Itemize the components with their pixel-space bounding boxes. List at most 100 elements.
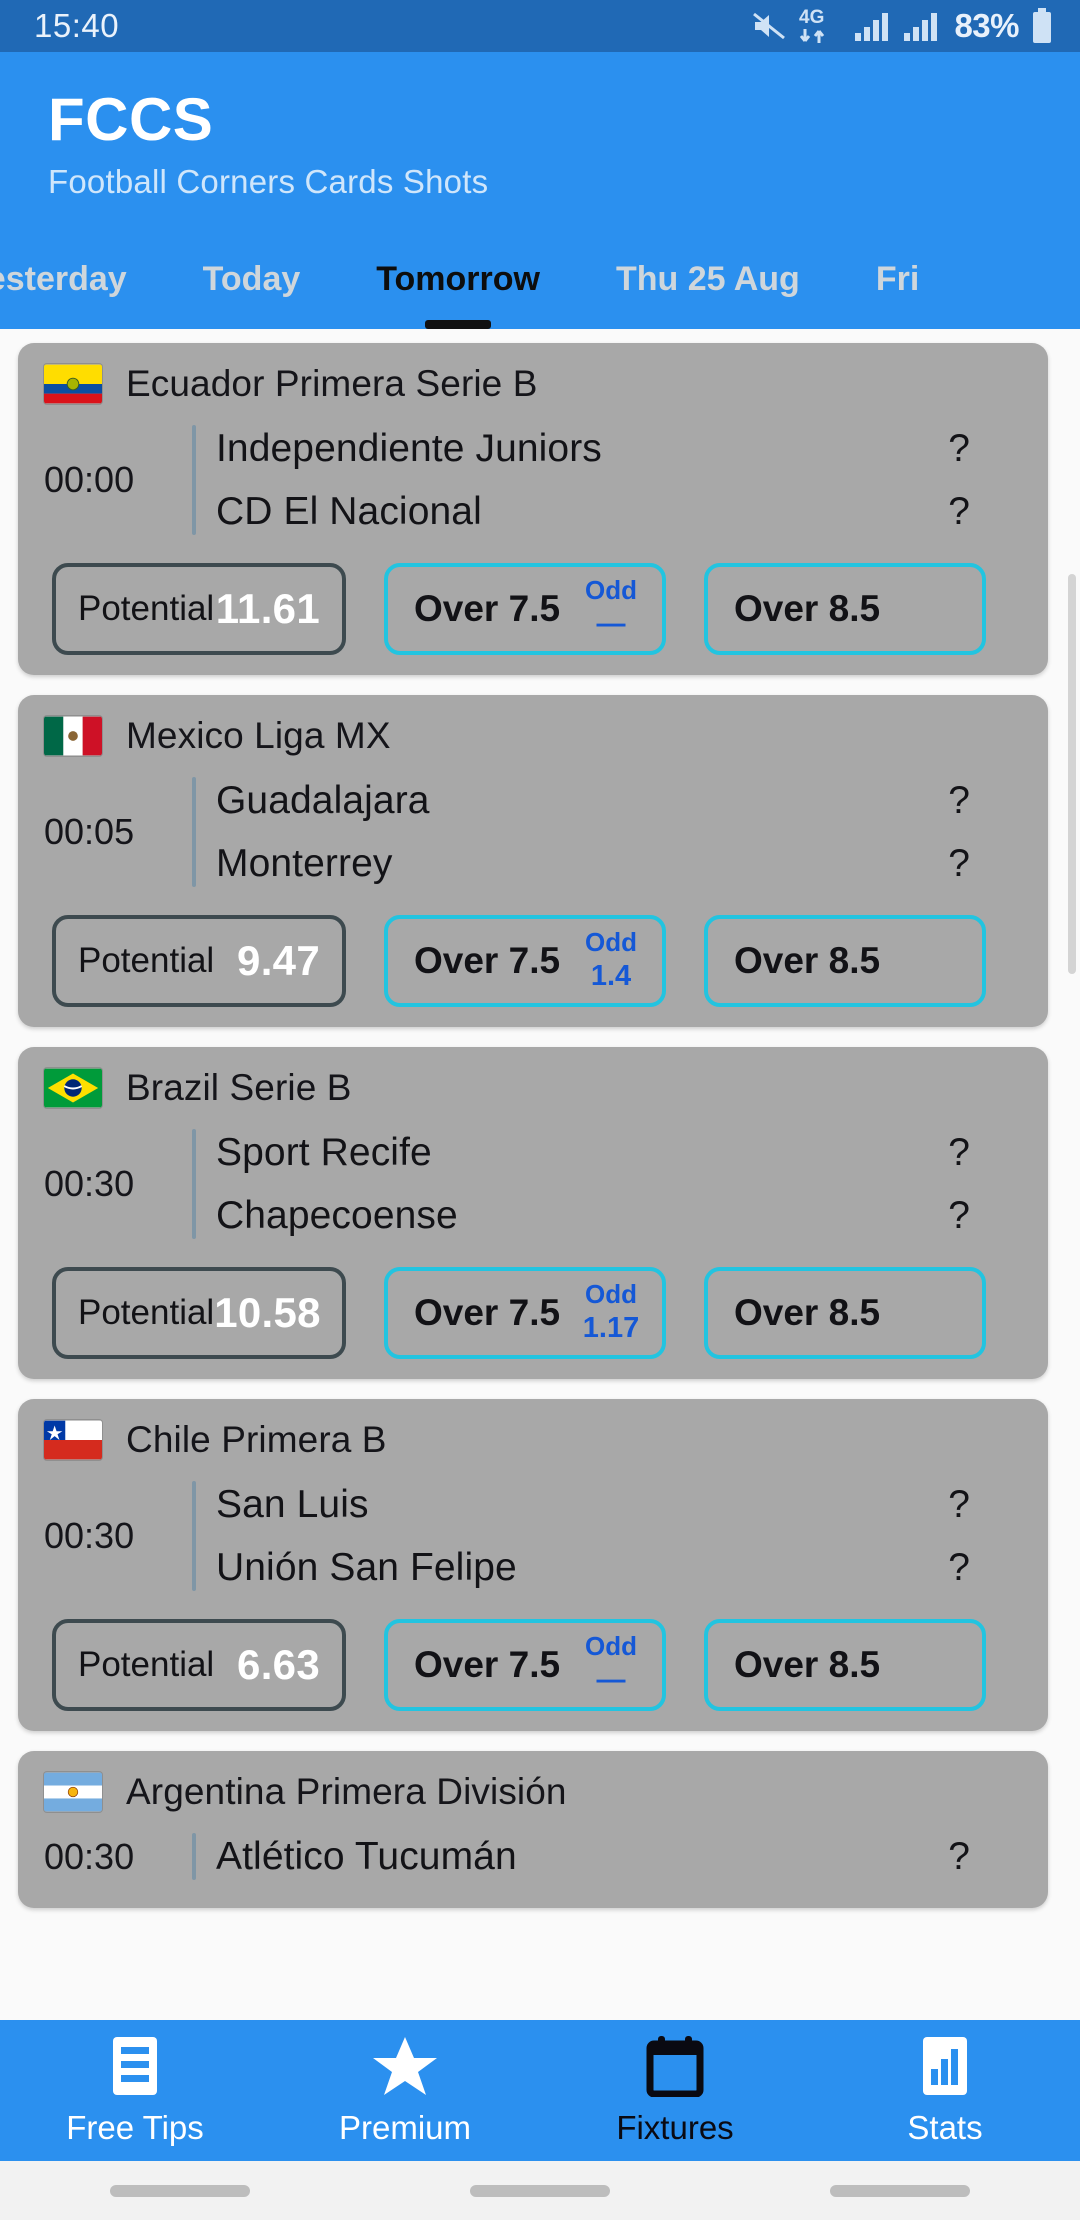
nav-item-label: Free Tips <box>66 2108 204 2146</box>
odd-title: Odd <box>585 926 637 957</box>
home-team-name: Guadalajara <box>216 778 430 822</box>
potential-value: 9.47 <box>237 937 320 984</box>
potential-label: Potential <box>78 589 215 628</box>
odd-box: Odd 1.17 <box>580 1278 642 1346</box>
league-name: Ecuador Primera Serie B <box>126 363 538 404</box>
odd-box: Odd — <box>580 1630 642 1698</box>
date-tab-label: Yesterday <box>0 260 127 298</box>
bet-buttons-row: Potential 10.58 Over 7.5 Odd 1.17 Over 8… <box>18 1247 1048 1359</box>
odd-value: 1.4 <box>590 959 632 992</box>
odd-box: Odd — <box>580 575 642 642</box>
potential-button[interactable]: Potential 11.61 <box>52 563 346 655</box>
home-team-score: ? <box>948 1130 970 1174</box>
date-tab-today[interactable]: Today <box>165 229 339 329</box>
over-8-5-button[interactable]: Over 8.5 <box>704 915 986 1007</box>
home-team-row: Independiente Juniors ? <box>216 417 1022 480</box>
recents-key[interactable] <box>110 2184 250 2197</box>
team-divider <box>192 1833 196 1880</box>
match-card[interactable]: Argentina Primera División 00:30 Atlétic… <box>18 1751 1048 1908</box>
away-team-row: Chapecoense ? <box>216 1184 1022 1247</box>
over-7-5-label: Over 7.5 <box>414 588 561 629</box>
nav-item-free-tips[interactable]: Free Tips <box>0 2035 270 2147</box>
team-divider <box>192 777 196 887</box>
odd-value: 1.17 <box>582 1311 640 1344</box>
home-team-row: Sport Recife ? <box>216 1121 1022 1184</box>
system-gesture-bar <box>0 2161 1080 2220</box>
app-title: FCCS <box>48 86 214 153</box>
over-8-5-button[interactable]: Over 8.5 <box>704 1619 986 1711</box>
odd-value: — <box>596 1663 626 1696</box>
match-card[interactable]: Brazil Serie B 00:30 Sport Recife ? Chap… <box>18 1047 1048 1379</box>
over-7-5-button[interactable]: Over 7.5 Odd 1.4 <box>384 915 666 1007</box>
app-header: FCCS Football Corners Cards Shots <box>0 52 1080 229</box>
bet-buttons-row: Potential 11.61 Over 7.5 Odd — Over 8.5 <box>18 543 1048 655</box>
kickoff-time: 00:00 <box>44 459 135 500</box>
home-team-name: Sport Recife <box>216 1130 432 1174</box>
fixtures-list: Ecuador Primera Serie B 00:00 Independie… <box>0 329 1080 1908</box>
date-tabs-strip[interactable]: Yesterday Today Tomorrow Thu 25 Aug Fri <box>0 229 957 329</box>
date-tab-fri[interactable]: Fri <box>838 229 957 329</box>
mexico-flag <box>44 716 102 756</box>
home-team-row: Guadalajara ? <box>216 769 1022 832</box>
chile-flag <box>44 1420 102 1460</box>
away-team-name: Unión San Felipe <box>216 1545 517 1589</box>
calendar-icon <box>644 2035 706 2097</box>
status-icons: 4G 83% <box>752 5 1054 47</box>
league-name: Chile Primera B <box>126 1419 387 1460</box>
kickoff-time: 00:30 <box>44 1835 135 1877</box>
bottom-navigation[interactable]: Free Tips Premium Fixtures Stats <box>0 2020 1080 2161</box>
home-team-score: ? <box>948 1834 970 1878</box>
brazil-flag <box>44 1068 102 1108</box>
star-icon <box>371 2035 439 2097</box>
away-team-name: Chapecoense <box>216 1193 458 1237</box>
home-team-row: Atlético Tucumán ? <box>216 1825 1022 1888</box>
over-8-5-button[interactable]: Over 8.5 <box>704 563 986 655</box>
date-tab-yesterday[interactable]: Yesterday <box>0 229 165 329</box>
potential-button[interactable]: Potential 10.58 <box>52 1267 346 1359</box>
league-name: Brazil Serie B <box>126 1067 352 1108</box>
bet-buttons-row: Potential 9.47 Over 7.5 Odd 1.4 Over 8.5 <box>18 895 1048 1007</box>
home-key[interactable] <box>470 2184 610 2197</box>
vertical-scrollbar[interactable] <box>1068 574 1076 974</box>
potential-button[interactable]: Potential 9.47 <box>52 915 346 1007</box>
nav-item-label: Fixtures <box>616 2108 734 2146</box>
over-7-5-button[interactable]: Over 7.5 Odd 1.17 <box>384 1267 666 1359</box>
over-7-5-button[interactable]: Over 7.5 Odd — <box>384 1619 666 1711</box>
nav-item-stats[interactable]: Stats <box>810 2035 1080 2147</box>
kickoff-time: 00:30 <box>44 1163 135 1204</box>
over-8-5-button[interactable]: Over 8.5 <box>704 1267 986 1359</box>
date-tab-tomorrow[interactable]: Tomorrow <box>338 229 578 329</box>
nav-item-fixtures[interactable]: Fixtures <box>540 2035 810 2147</box>
odd-box: Odd 1.4 <box>580 926 642 994</box>
nav-item-premium[interactable]: Premium <box>270 2035 540 2147</box>
league-header: Ecuador Primera Serie B <box>18 357 1048 411</box>
over-7-5-button[interactable]: Over 7.5 Odd — <box>384 563 666 655</box>
signal-bars-icon <box>854 11 892 41</box>
odd-value: — <box>596 607 626 640</box>
potential-label: Potential <box>78 1645 215 1684</box>
match-card[interactable]: Mexico Liga MX 00:05 Guadalajara ? Monte… <box>18 695 1048 1027</box>
odd-title: Odd <box>585 1278 637 1309</box>
over-7-5-label: Over 7.5 <box>414 1644 561 1685</box>
date-tab-label: Tomorrow <box>376 260 540 298</box>
match-card[interactable]: Chile Primera B 00:30 San Luis ? Unión S… <box>18 1399 1048 1731</box>
home-team-name: Atlético Tucumán <box>216 1834 517 1878</box>
home-team-score: ? <box>948 1482 970 1526</box>
over-8-5-label: Over 8.5 <box>734 940 881 981</box>
active-tab-indicator <box>425 320 492 329</box>
potential-button[interactable]: Potential 6.63 <box>52 1619 346 1711</box>
home-team-score: ? <box>948 426 970 470</box>
date-tab-thu-25-aug[interactable]: Thu 25 Aug <box>578 229 838 329</box>
odd-title: Odd <box>585 1630 637 1661</box>
fixtures-list-container[interactable]: Ecuador Primera Serie B 00:00 Independie… <box>0 329 1080 2079</box>
date-tab-label: Today <box>202 260 301 298</box>
match-card[interactable]: Ecuador Primera Serie B 00:00 Independie… <box>18 343 1048 675</box>
mute-icon <box>752 11 786 41</box>
date-tabs-bar[interactable]: Yesterday Today Tomorrow Thu 25 Aug Fri <box>0 229 1080 329</box>
match-row: 00:30 San Luis ? Unión San Felipe ? <box>18 1467 1048 1599</box>
league-header: Mexico Liga MX <box>18 709 1048 763</box>
league-header: Brazil Serie B <box>18 1061 1048 1115</box>
potential-value: 6.63 <box>237 1641 320 1688</box>
kickoff-time: 00:30 <box>44 1515 135 1556</box>
back-key[interactable] <box>830 2184 970 2197</box>
